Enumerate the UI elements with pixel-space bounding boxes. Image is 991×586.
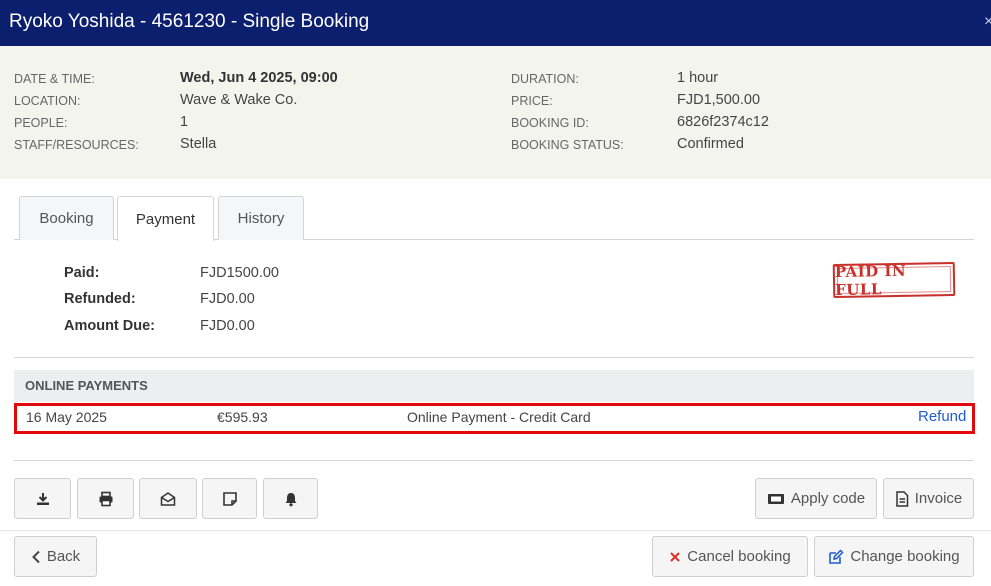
date-time-value: Wed, Jun 4 2025, 09:00 <box>180 70 338 86</box>
download-button[interactable] <box>14 478 71 519</box>
booking-status-value: Confirmed <box>677 136 744 152</box>
divider <box>14 460 974 461</box>
online-payment-row: 16 May 2025 €595.93 Online Payment - Cre… <box>14 403 975 434</box>
online-payments-header: ONLINE PAYMENTS <box>14 370 974 402</box>
amount-due-label: Amount Due: <box>64 318 156 334</box>
people-label: PEOPLE: <box>14 116 68 130</box>
invoice-label: Invoice <box>914 490 963 507</box>
booking-id-value: 6826f2374c12 <box>677 114 769 130</box>
tab-payment[interactable]: Payment <box>117 196 214 241</box>
cancel-booking-label: Cancel booking <box>687 548 791 565</box>
tab-bar: Booking Payment History <box>14 196 974 241</box>
paid-in-full-stamp: PAID IN FULL <box>832 262 956 299</box>
download-icon <box>35 491 51 507</box>
apply-code-button[interactable]: Apply code <box>755 478 877 519</box>
price-value: FJD1,500.00 <box>677 92 761 108</box>
bell-icon <box>283 491 299 507</box>
note-icon <box>222 491 238 507</box>
amount-due-value: FJD0.00 <box>200 318 255 334</box>
booking-status-label: BOOKING STATUS: <box>511 138 624 152</box>
change-booking-label: Change booking <box>850 548 960 565</box>
email-button[interactable] <box>139 478 197 519</box>
refunded-value: FJD0.00 <box>200 291 255 307</box>
footer-divider <box>0 530 991 531</box>
tab-history[interactable]: History <box>218 196 304 240</box>
apply-code-label: Apply code <box>790 490 866 507</box>
note-button[interactable] <box>202 478 257 519</box>
back-button[interactable]: Back <box>14 536 97 577</box>
duration-label: DURATION: <box>511 72 579 86</box>
ticket-icon <box>767 492 785 506</box>
print-button[interactable] <box>77 478 134 519</box>
tab-booking[interactable]: Booking <box>19 196 114 240</box>
staff-value: Stella <box>180 136 217 152</box>
payment-method: Online Payment - Credit Card <box>407 409 591 425</box>
chevron-left-icon <box>31 550 41 564</box>
cancel-booking-button[interactable]: Cancel booking <box>652 536 808 577</box>
location-label: LOCATION: <box>14 94 81 108</box>
dialog-title: Ryoko Yoshida - 4561230 - Single Booking <box>9 11 370 32</box>
staff-label: STAFF/RESOURCES: <box>14 138 139 152</box>
refunded-label: Refunded: <box>64 291 136 307</box>
reminder-button[interactable] <box>263 478 318 519</box>
duration-value: 1 hour <box>677 70 719 86</box>
paid-value: FJD1500.00 <box>200 265 279 281</box>
file-icon <box>895 490 909 507</box>
back-label: Back <box>46 548 81 565</box>
close-icon[interactable]: × <box>984 13 991 31</box>
people-value: 1 <box>180 114 189 130</box>
booking-summary: DATE & TIME: Wed, Jun 4 2025, 09:00 LOCA… <box>0 46 991 179</box>
refund-link[interactable]: Refund <box>918 408 966 425</box>
divider <box>14 357 974 358</box>
close-icon <box>669 551 681 563</box>
change-booking-button[interactable]: Change booking <box>814 536 974 577</box>
title-bar: Ryoko Yoshida - 4561230 - Single Booking… <box>0 0 991 46</box>
print-icon <box>98 491 114 507</box>
paid-label: Paid: <box>64 265 100 281</box>
location-value: Wave & Wake Co. <box>180 92 298 108</box>
date-time-label: DATE & TIME: <box>14 72 95 86</box>
payment-date: 16 May 2025 <box>26 409 107 425</box>
invoice-button[interactable]: Invoice <box>883 478 974 519</box>
booking-id-label: BOOKING ID: <box>511 116 589 130</box>
payment-amount: €595.93 <box>217 409 268 425</box>
price-label: PRICE: <box>511 94 553 108</box>
edit-icon <box>828 548 844 565</box>
envelope-open-icon <box>160 491 176 507</box>
